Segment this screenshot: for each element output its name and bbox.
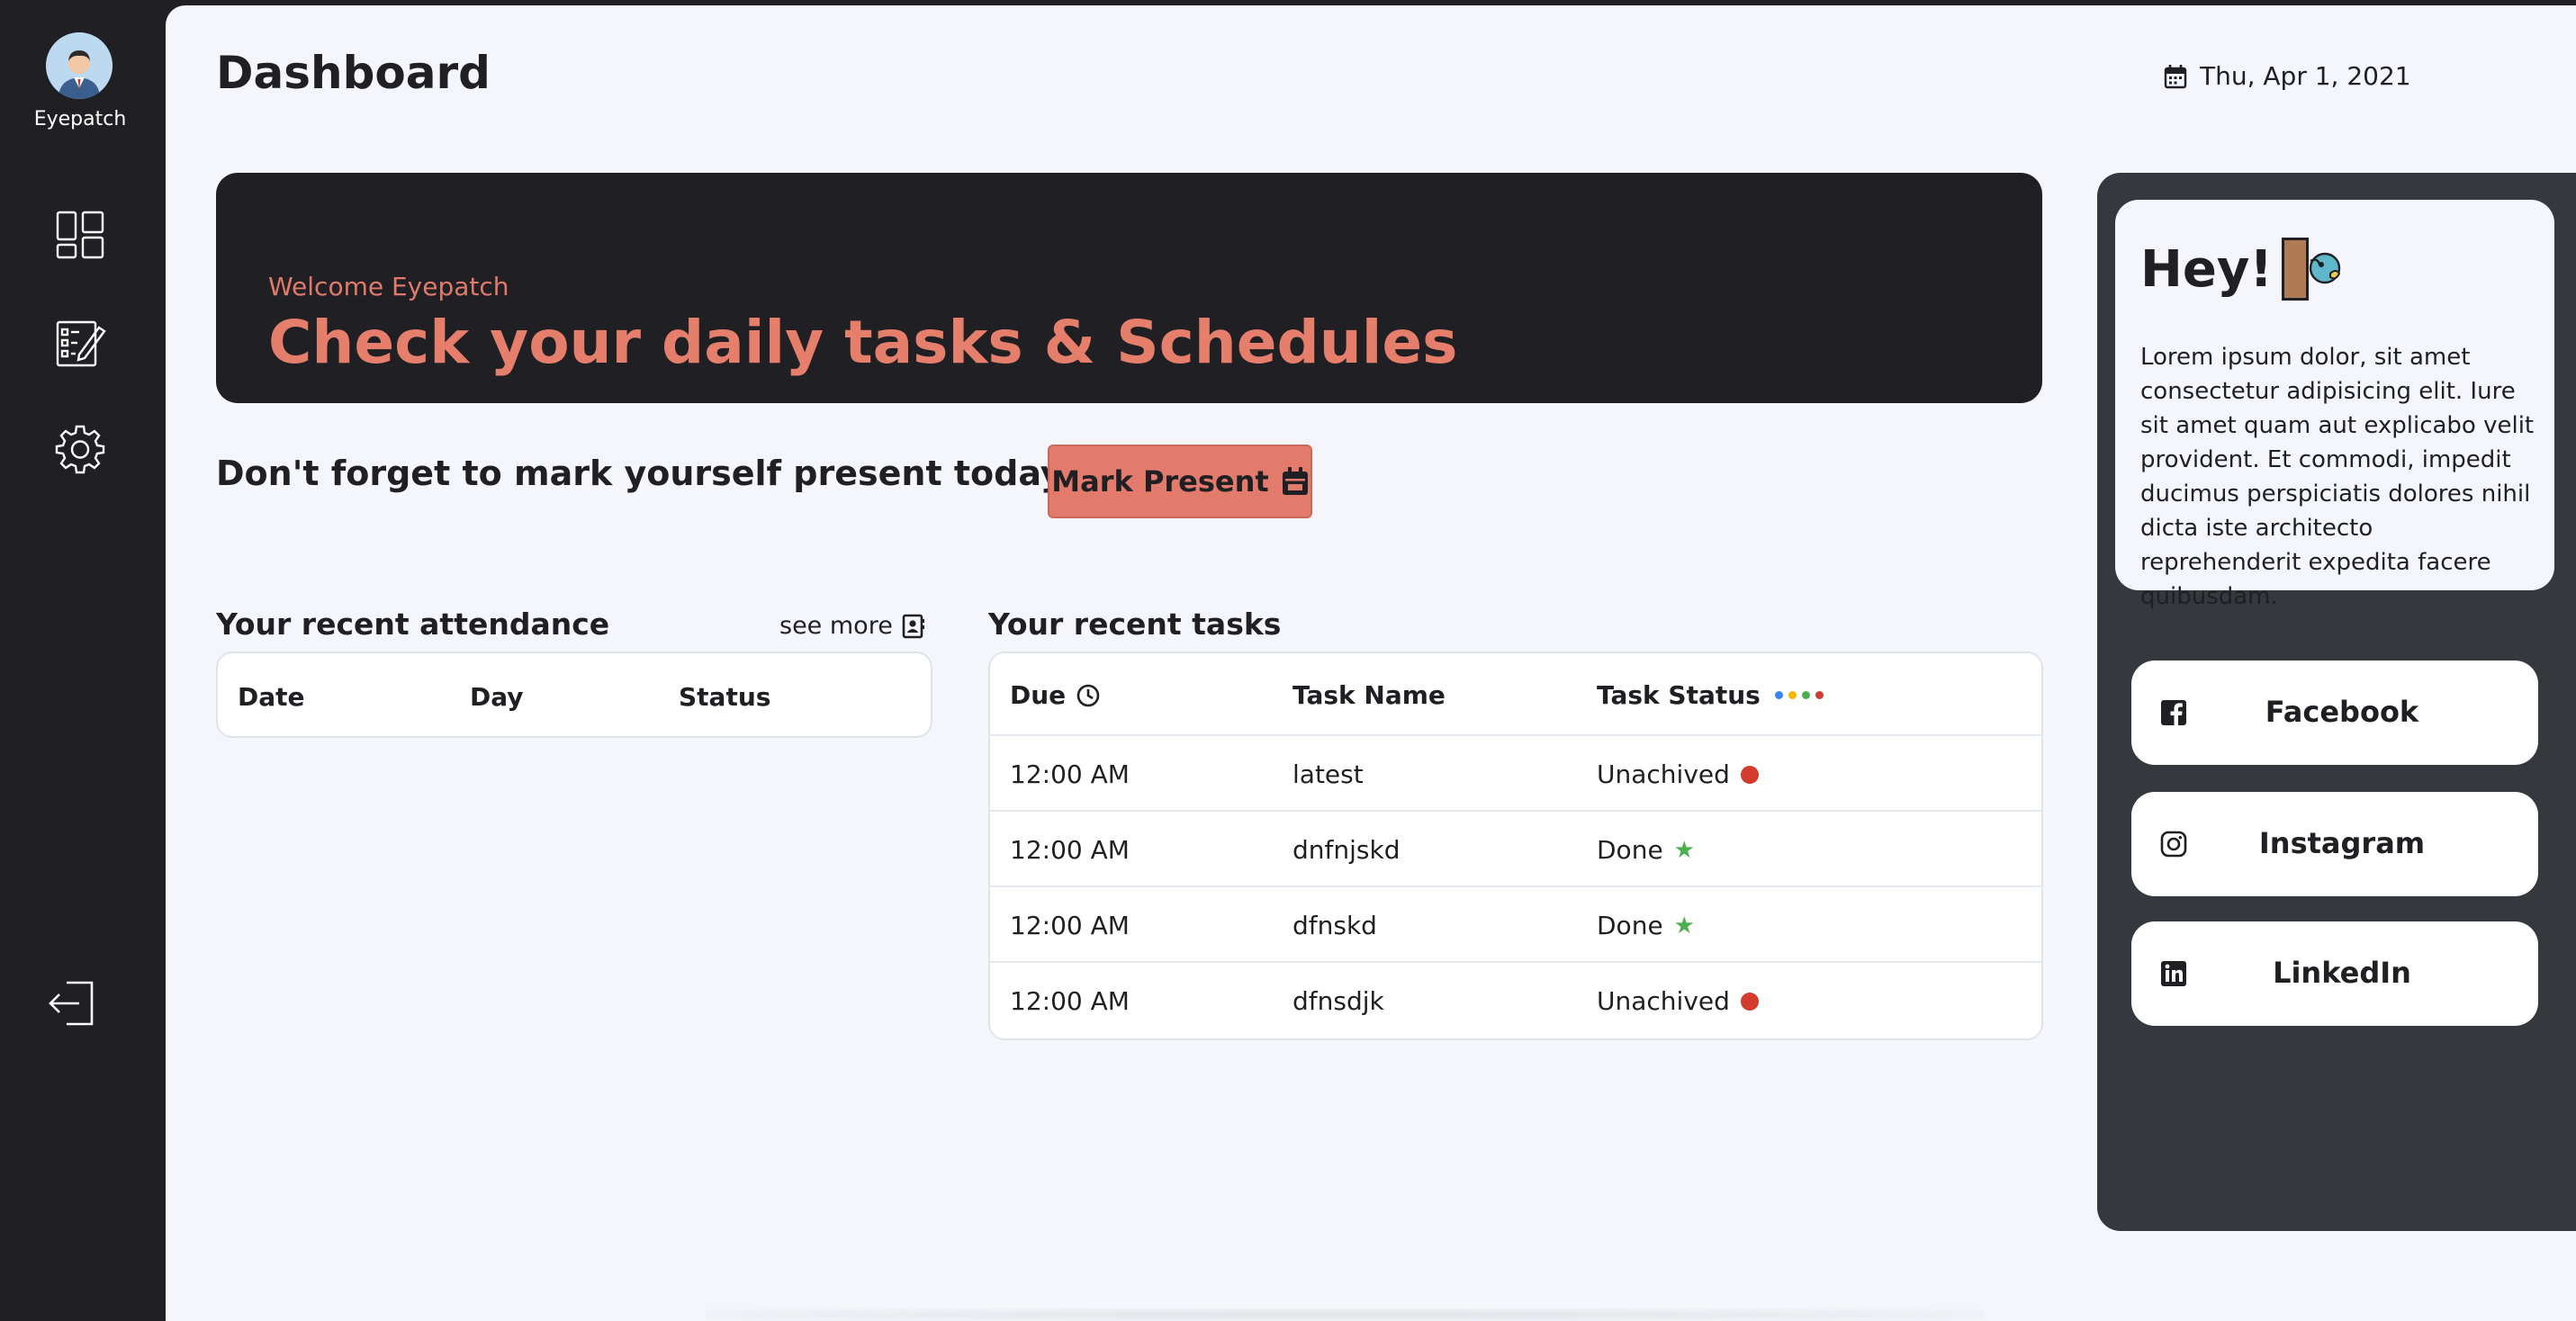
column-header-task-name: Task Name xyxy=(1293,680,1446,710)
task-name: dnfnjskd xyxy=(1293,835,1401,865)
task-name: dfnskd xyxy=(1293,911,1377,940)
red-dot-icon xyxy=(1740,765,1759,784)
task-status: Done ★ xyxy=(1597,835,1695,865)
logout-icon[interactable] xyxy=(43,975,99,1031)
bottom-shadow xyxy=(706,1308,1984,1321)
greeting-text: Hey! xyxy=(2140,239,2273,299)
table-row[interactable]: 12:00 AM dfnskd Done ★ xyxy=(990,887,2041,963)
see-more-link[interactable]: see more xyxy=(779,612,925,640)
current-date: Thu, Apr 1, 2021 xyxy=(2200,61,2411,91)
blue-dot xyxy=(1774,691,1783,699)
attendance-reminder: Don't forget to mark yourself present to… xyxy=(216,454,1092,493)
red-dot-icon xyxy=(1740,992,1759,1011)
column-header-due: Due xyxy=(1010,680,1100,710)
column-header-task-status: Task Status xyxy=(1597,680,1824,710)
task-due: 12:00 AM xyxy=(1010,759,1130,789)
facebook-label: Facebook xyxy=(2265,695,2419,729)
instagram-label: Instagram xyxy=(2258,826,2426,860)
user-name: Eyepatch xyxy=(33,108,127,130)
task-status: Unachived xyxy=(1597,759,1759,789)
table-header-row: Due Task Name Task Status xyxy=(990,653,2041,736)
star-icon: ★ xyxy=(1673,836,1695,864)
calendar-icon xyxy=(2164,64,2187,88)
instagram-button[interactable]: Instagram xyxy=(2131,792,2538,896)
tasks-title: Your recent tasks xyxy=(988,607,1282,642)
star-icon: ★ xyxy=(1673,912,1695,939)
greeting-title: Hey! xyxy=(2140,234,2346,304)
task-due: 12:00 AM xyxy=(1010,911,1130,940)
reminder-text: Don't forget to mark yourself present to… xyxy=(216,454,1063,493)
table-row[interactable]: 12:00 AM latest Unachived xyxy=(990,736,2041,812)
edit-list-icon[interactable] xyxy=(52,315,108,371)
contact-book-icon xyxy=(902,614,924,638)
column-header-date: Date xyxy=(238,682,305,712)
task-due: 12:00 AM xyxy=(1010,986,1130,1016)
see-more-label: see more xyxy=(779,612,893,640)
linkedin-button[interactable]: LinkedIn xyxy=(2131,921,2538,1026)
task-status-label: Task Status xyxy=(1597,680,1761,710)
red-dot xyxy=(1815,691,1824,699)
sidebar: Eyepatch xyxy=(0,0,166,1321)
task-name: dfnsdjk xyxy=(1293,986,1384,1016)
greeting-card: Hey! Lorem ipsum dolor, sit amet consect… xyxy=(2115,200,2554,610)
task-status-text: Done xyxy=(1597,835,1663,865)
mark-present-label: Mark Present xyxy=(1051,464,1269,499)
due-label: Due xyxy=(1010,680,1067,710)
banner-title: Check your daily tasks & Schedules xyxy=(268,308,1458,377)
tasks-table: Due Task Name Task Status 12:00 AM lates xyxy=(988,652,2043,1040)
status-legend-dots xyxy=(1774,691,1824,699)
task-status: Unachived xyxy=(1597,986,1759,1016)
welcome-text: Welcome Eyepatch xyxy=(268,272,509,301)
mark-present-button[interactable]: Mark Present xyxy=(1048,445,1312,518)
date-display: Thu, Apr 1, 2021 xyxy=(2164,61,2411,91)
task-status-text: Done xyxy=(1597,911,1663,940)
gear-icon[interactable] xyxy=(52,421,108,477)
yellow-dot xyxy=(1788,691,1797,699)
greeting-body: Lorem ipsum dolor, sit amet consectetur … xyxy=(2140,344,2535,610)
column-header-status: Status xyxy=(679,682,771,712)
table-row[interactable]: 12:00 AM dnfnjskd Done ★ xyxy=(990,812,2041,887)
dashboard-icon[interactable] xyxy=(52,207,108,263)
table-row[interactable]: 12:00 AM dfnsdjk Unachived xyxy=(990,963,2041,1038)
right-panel: Hey! Lorem ipsum dolor, sit amet consect… xyxy=(2097,173,2576,1231)
clock-icon xyxy=(1076,684,1100,706)
column-header-day: Day xyxy=(470,682,524,712)
task-status: Done ★ xyxy=(1597,911,1695,940)
green-dot xyxy=(1801,691,1810,699)
door-peek-icon xyxy=(2281,238,2341,301)
task-status-text: Unachived xyxy=(1597,986,1730,1016)
attendance-title: Your recent attendance xyxy=(216,607,610,642)
attendance-table: Date Day Status xyxy=(216,652,932,738)
task-status-text: Unachived xyxy=(1597,759,1730,789)
linkedin-label: LinkedIn xyxy=(2273,956,2411,990)
avatar[interactable] xyxy=(46,32,113,99)
calendar-icon xyxy=(1282,467,1308,495)
welcome-banner: Welcome Eyepatch Check your daily tasks … xyxy=(216,173,2042,403)
page-title: Dashboard xyxy=(216,47,491,99)
facebook-button[interactable]: Facebook xyxy=(2131,660,2538,765)
task-due: 12:00 AM xyxy=(1010,835,1130,865)
task-name: latest xyxy=(1293,759,1364,789)
